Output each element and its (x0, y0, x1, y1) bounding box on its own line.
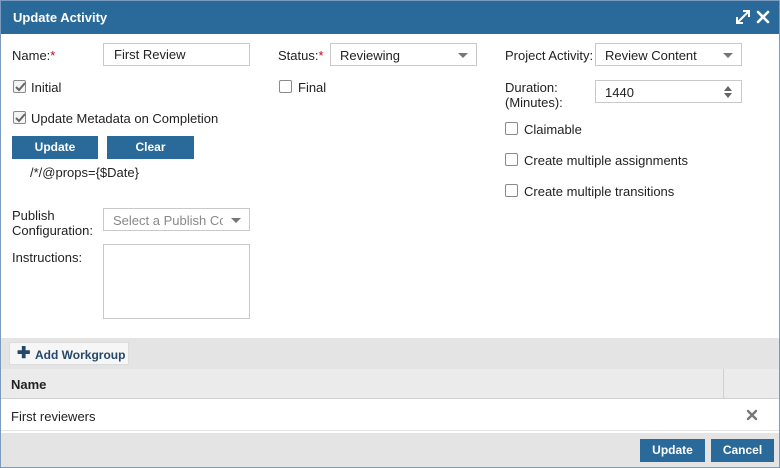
status-label: Status:* (278, 48, 324, 63)
duration-label: Duration: (Minutes): (505, 80, 563, 110)
final-checkbox[interactable] (279, 80, 292, 93)
column-header-name[interactable]: Name (11, 377, 46, 392)
publish-config-label: Publish Configuration: (12, 208, 93, 238)
project-activity-select[interactable]: Review Content (595, 43, 742, 66)
duration-stepper[interactable]: 1440 (595, 80, 742, 103)
update-activity-dialog: Update Activity Name:* Initial Update Me… (0, 0, 780, 468)
name-input[interactable] (103, 43, 250, 66)
duration-label-line2: (Minutes): (505, 95, 563, 110)
chevron-down-icon (458, 53, 468, 58)
project-activity-value: Review Content (605, 48, 697, 63)
status-value: Reviewing (340, 48, 400, 63)
dialog-title: Update Activity (13, 10, 108, 25)
initial-checkbox[interactable] (13, 80, 26, 93)
remove-icon[interactable] (745, 408, 759, 422)
status-select[interactable]: Reviewing (330, 43, 477, 66)
update-metadata-checkbox[interactable] (13, 111, 26, 124)
footer-cancel-button[interactable]: Cancel (711, 439, 774, 462)
footer-update-button[interactable]: Update (640, 439, 705, 462)
metadata-clear-button[interactable]: Clear (107, 136, 194, 159)
column-divider (723, 369, 724, 399)
metadata-expression: /*/@props={$Date} (30, 165, 139, 180)
multiple-transitions-checkbox[interactable] (505, 184, 518, 197)
chevron-down-icon (723, 53, 733, 58)
add-workgroup-button[interactable]: ✚ Add Workgroup (9, 342, 129, 365)
stepper-up-icon[interactable] (724, 86, 732, 91)
instructions-textarea[interactable] (103, 244, 250, 319)
publish-config-select[interactable]: Select a Publish Cc (103, 208, 250, 231)
project-activity-label: Project Activity: (505, 48, 594, 63)
metadata-update-button[interactable]: Update (12, 136, 98, 159)
workgroup-table-header: Name (1, 369, 779, 399)
close-icon[interactable] (754, 8, 772, 26)
final-label: Final (298, 80, 327, 95)
required-mark: * (50, 48, 56, 63)
publish-config-label-line2: Configuration: (12, 223, 93, 238)
check-icon (15, 82, 26, 92)
duration-label-line1: Duration: (505, 80, 558, 95)
table-row[interactable]: First reviewers (1, 400, 779, 431)
dialog-footer: Update Cancel (1, 433, 779, 467)
name-label-text: Name: (12, 48, 51, 63)
stepper-down-icon[interactable] (724, 93, 732, 98)
check-icon (15, 113, 26, 123)
required-mark: * (318, 48, 324, 63)
plus-icon: ✚ (17, 345, 31, 362)
claimable-label: Claimable (524, 122, 582, 137)
chevron-down-icon (231, 218, 241, 223)
expand-icon[interactable] (734, 8, 752, 26)
workgroup-toolbar: ✚ Add Workgroup (1, 338, 779, 369)
multiple-assignments-checkbox[interactable] (505, 153, 518, 166)
instructions-label: Instructions: (12, 250, 83, 265)
title-bar: Update Activity (1, 1, 779, 34)
add-workgroup-label: Add Workgroup (35, 348, 126, 362)
name-label: Name:* (12, 48, 55, 63)
multiple-transitions-label: Create multiple transitions (524, 184, 675, 199)
update-metadata-label: Update Metadata on Completion (31, 111, 219, 126)
status-label-text: Status: (278, 48, 319, 63)
multiple-assignments-label: Create multiple assignments (524, 153, 689, 168)
publish-config-label-line1: Publish (12, 208, 55, 223)
duration-value: 1440 (605, 85, 634, 100)
claimable-checkbox[interactable] (505, 122, 518, 135)
publish-config-placeholder: Select a Publish Cc (113, 213, 223, 228)
workgroup-name-cell: First reviewers (11, 409, 96, 424)
initial-label: Initial (31, 80, 62, 95)
stepper-arrows-icon[interactable] (724, 86, 732, 99)
